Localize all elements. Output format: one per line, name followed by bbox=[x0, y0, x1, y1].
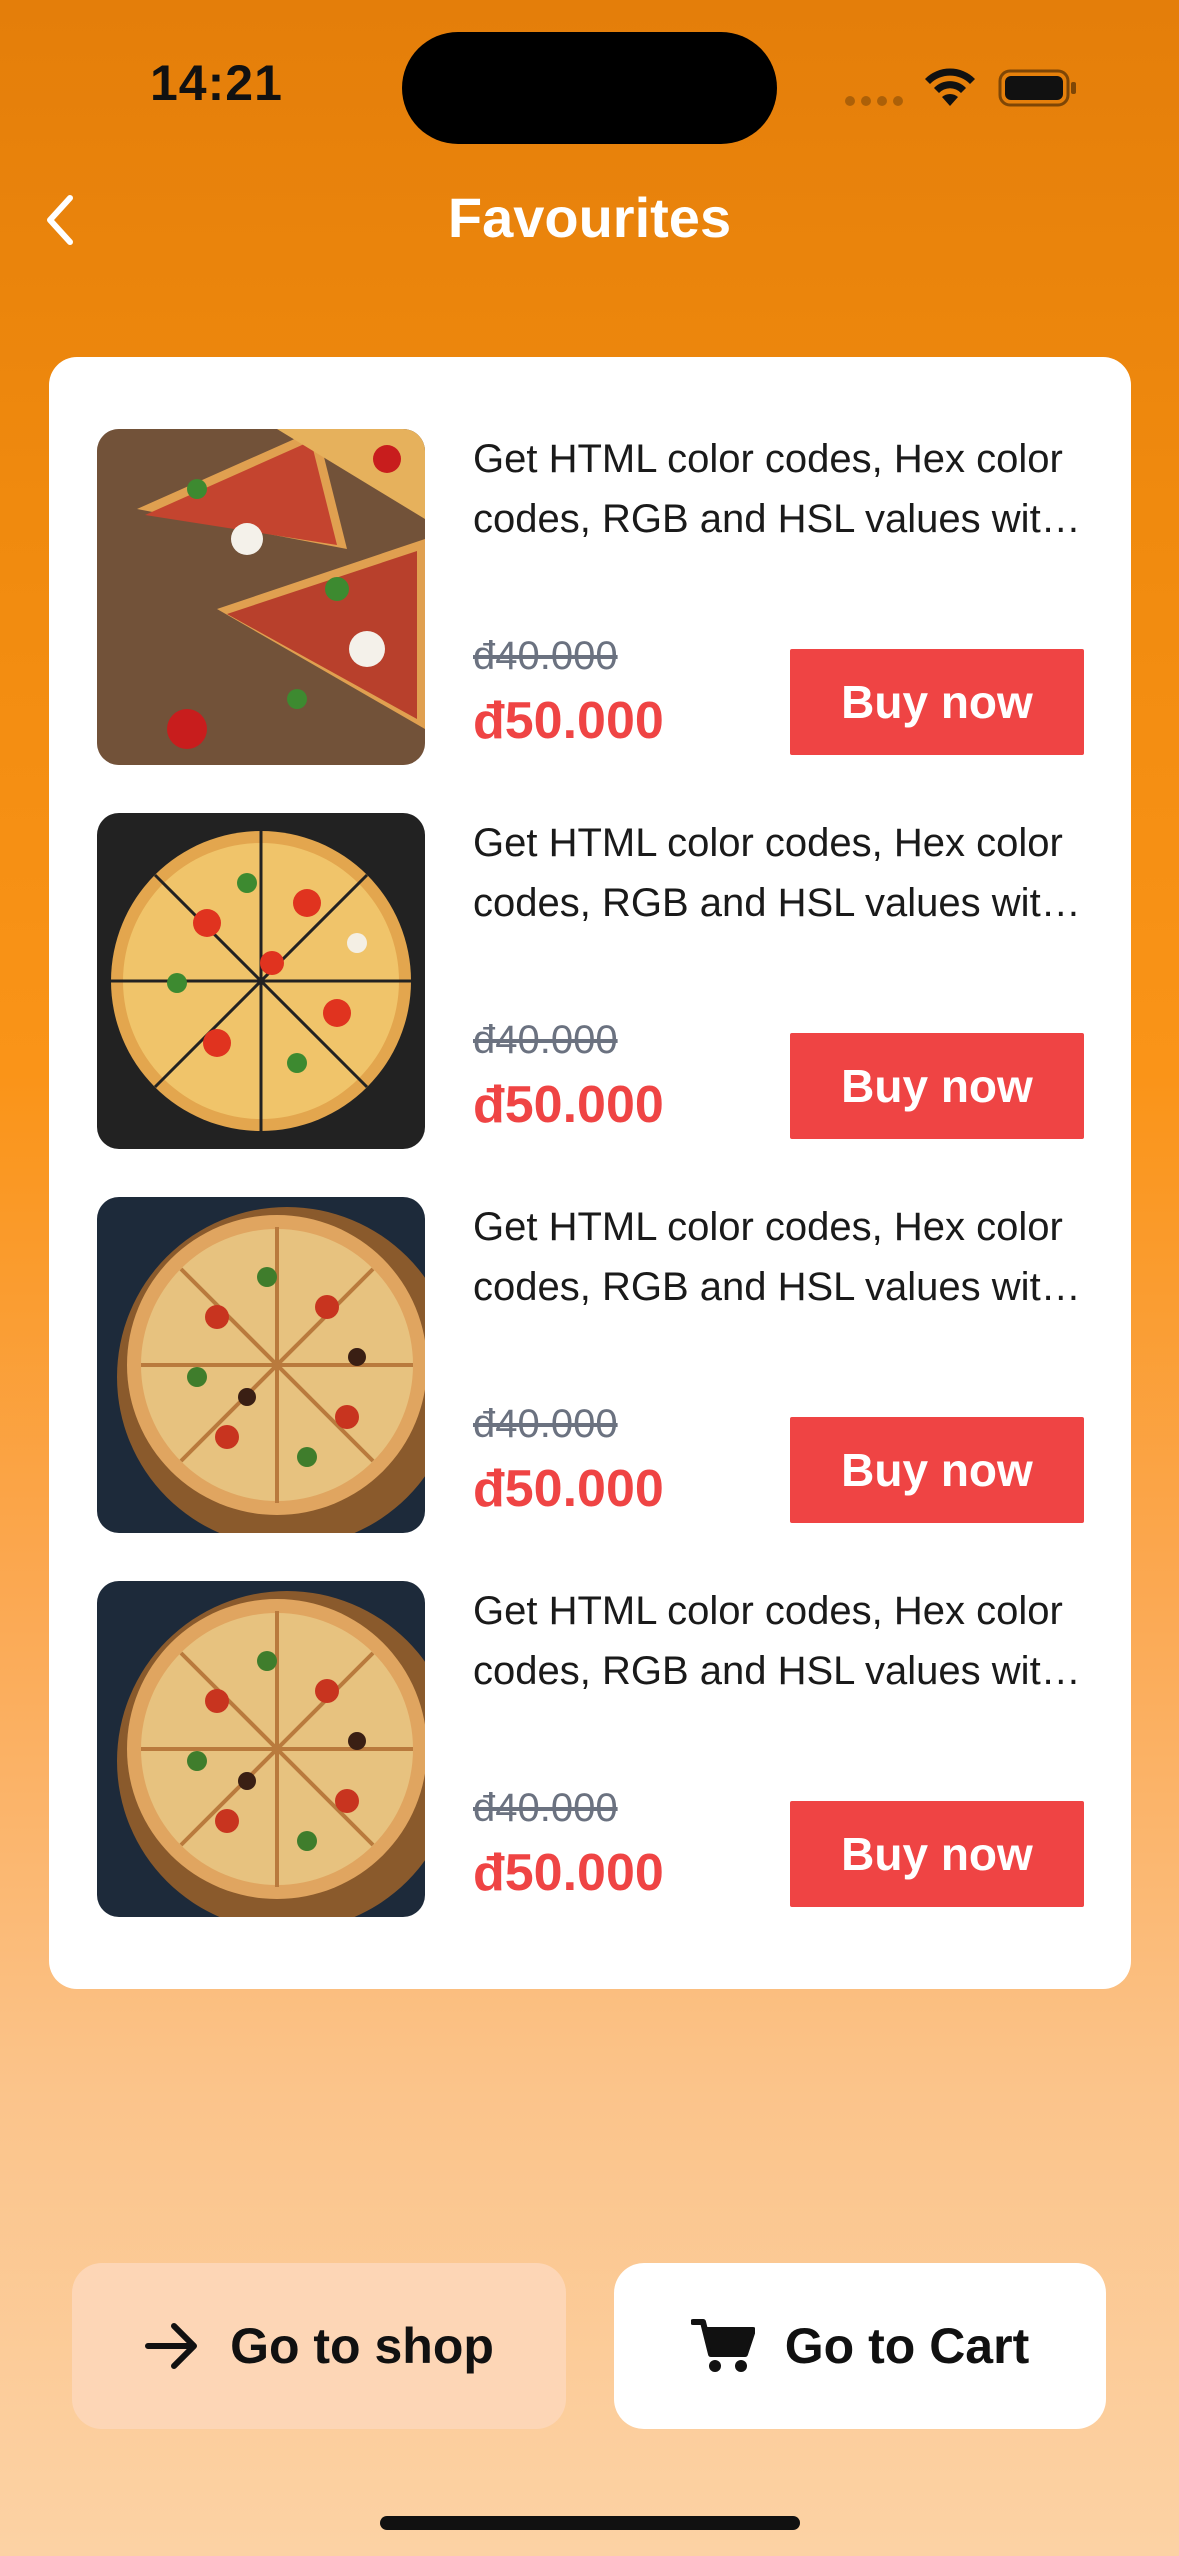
product-image[interactable] bbox=[97, 429, 425, 765]
favourite-item: Get HTML color codes, Hex color codes, R… bbox=[97, 813, 1097, 1149]
old-price: đ40.000 bbox=[473, 634, 618, 678]
battery-icon bbox=[998, 69, 1076, 107]
price: đ50.000 bbox=[473, 1460, 664, 1518]
cart-icon bbox=[690, 2319, 755, 2372]
product-image[interactable] bbox=[97, 1581, 425, 1917]
old-price: đ40.000 bbox=[473, 1786, 618, 1830]
product-description: Get HTML color codes, Hex color codes, R… bbox=[473, 821, 1063, 925]
favourite-item: Get HTML color codes, Hex color codes, R… bbox=[97, 429, 1097, 765]
price: đ50.000 bbox=[473, 692, 664, 750]
product-description: Get HTML color codes, Hex color codes, R… bbox=[473, 1205, 1063, 1309]
favourite-item: Get HTML color codes, Hex color codes, R… bbox=[97, 1197, 1097, 1533]
buy-now-button[interactable]: Buy now bbox=[790, 649, 1084, 755]
dynamic-island bbox=[402, 32, 777, 144]
product-image[interactable] bbox=[97, 1197, 425, 1533]
arrow-right-icon bbox=[145, 2323, 198, 2369]
buy-now-button[interactable]: Buy now bbox=[790, 1417, 1084, 1523]
go-to-shop-button[interactable]: Go to shop bbox=[72, 2263, 566, 2429]
go-to-cart-button[interactable]: Go to Cart bbox=[614, 2263, 1106, 2429]
go-to-cart-label: Go to Cart bbox=[784, 2318, 1030, 2374]
product-description: Get HTML color codes, Hex color codes, R… bbox=[473, 1589, 1063, 1693]
status-time: 14:21 bbox=[150, 55, 283, 111]
home-indicator bbox=[380, 2516, 800, 2530]
old-price: đ40.000 bbox=[473, 1402, 618, 1446]
product-image[interactable] bbox=[97, 813, 425, 1149]
go-to-shop-label: Go to shop bbox=[230, 2318, 494, 2374]
price: đ50.000 bbox=[473, 1844, 664, 1902]
page-title: Favourites bbox=[447, 186, 732, 249]
wifi-icon bbox=[925, 68, 975, 106]
buy-now-button[interactable]: Buy now bbox=[790, 1033, 1084, 1139]
price: đ50.000 bbox=[473, 1076, 664, 1134]
product-description: Get HTML color codes, Hex color codes, R… bbox=[473, 437, 1063, 541]
favourites-card: Get HTML color codes, Hex color codes, R… bbox=[49, 357, 1131, 1989]
buy-now-button[interactable]: Buy now bbox=[790, 1801, 1084, 1907]
cellular-signal-icon bbox=[845, 96, 903, 106]
favourite-item: Get HTML color codes, Hex color codes, R… bbox=[97, 1581, 1097, 1917]
old-price: đ40.000 bbox=[473, 1018, 618, 1062]
